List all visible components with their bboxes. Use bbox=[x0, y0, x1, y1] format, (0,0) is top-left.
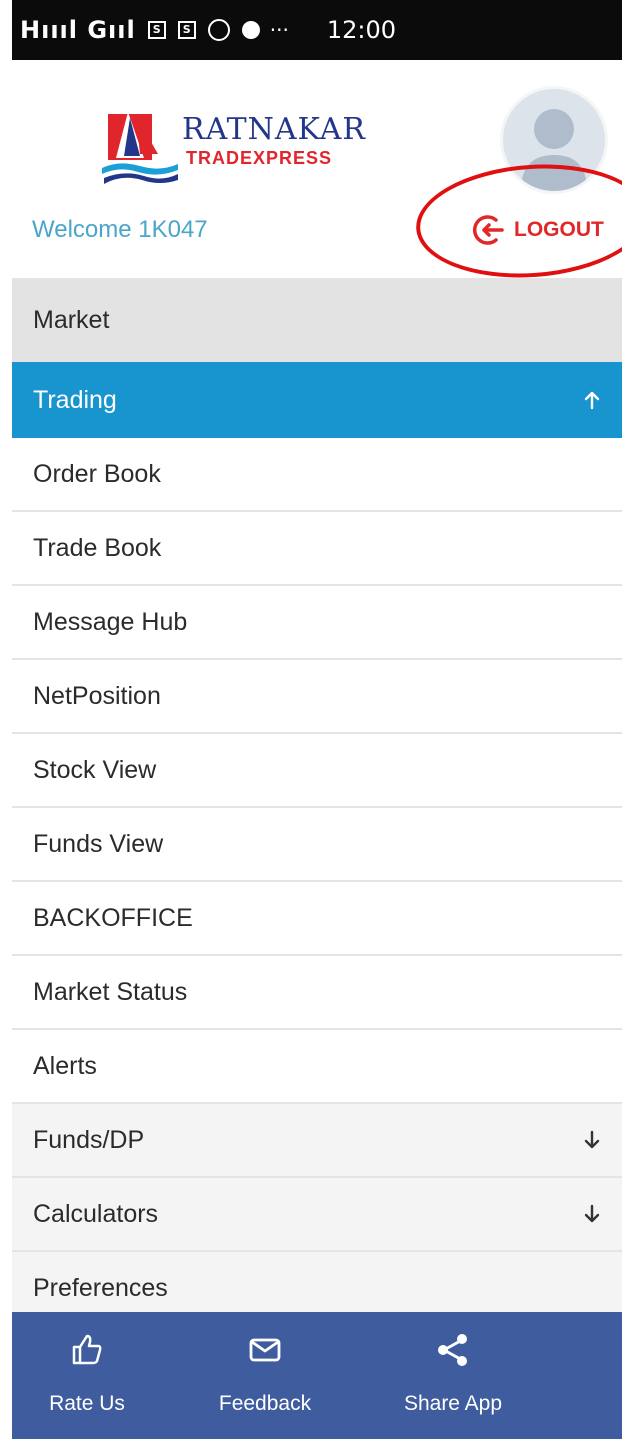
share-app-label: Share App bbox=[403, 1392, 503, 1415]
menu-item-message-hub[interactable]: Message Hub bbox=[12, 586, 622, 660]
navigation-menu: Market Trading Order Book Trade Book Message… bbox=[12, 278, 622, 1326]
menu-item-label: Alerts bbox=[33, 1051, 97, 1080]
highlight-annotation bbox=[412, 157, 622, 285]
share-app-button[interactable]: Share App bbox=[388, 1312, 518, 1439]
menu-item-trade-book[interactable]: Trade Book bbox=[12, 512, 622, 586]
menu-item-funds-dp[interactable]: Funds/DP bbox=[12, 1104, 622, 1178]
menu-item-trading[interactable]: Trading bbox=[12, 362, 622, 438]
menu-item-label: Market bbox=[33, 305, 110, 334]
menu-item-label: Preferences bbox=[33, 1273, 168, 1302]
signal-indicator: Hıııl Gııl bbox=[20, 16, 136, 44]
menu-item-netposition[interactable]: NetPosition bbox=[12, 660, 622, 734]
menu-item-label: Calculators bbox=[33, 1199, 159, 1228]
menu-item-label: Trading bbox=[33, 385, 117, 414]
chat-dot-icon bbox=[241, 21, 260, 39]
menu-item-stock-view[interactable]: Stock View bbox=[12, 734, 622, 808]
rate-us-button[interactable]: Rate Us bbox=[22, 1312, 152, 1439]
drawer-header: RATNAKAR TRADEXPRESS Welcome 1K047 LOGOU… bbox=[12, 60, 622, 285]
brand-name: RATNAKAR bbox=[182, 112, 366, 147]
thumbs-up-icon bbox=[72, 1334, 102, 1365]
status-bar: Hıııl Gııl S S ··· 12:00 bbox=[12, 0, 622, 60]
menu-item-label: NetPosition bbox=[33, 681, 161, 710]
more-notifications-icon: ··· bbox=[269, 18, 289, 42]
envelope-icon bbox=[249, 1338, 281, 1362]
menu-item-label: Funds View bbox=[33, 829, 164, 858]
menu-item-label: Stock View bbox=[33, 755, 157, 784]
menu-item-label: Trade Book bbox=[33, 533, 162, 562]
brand-tagline: TRADEXPRESS bbox=[186, 148, 333, 168]
menu-item-calculators[interactable]: Calculators bbox=[12, 1178, 622, 1252]
menu-item-label: BACKOFFICE bbox=[33, 903, 193, 932]
menu-item-market[interactable]: Market bbox=[12, 278, 622, 362]
sim-icon: S bbox=[147, 21, 166, 39]
menu-item-funds-view[interactable]: Funds View bbox=[12, 808, 622, 882]
bottom-action-bar: Rate Us Feedback Share App bbox=[12, 1312, 622, 1439]
rate-us-label: Rate Us bbox=[49, 1392, 125, 1415]
app-screen: Hıııl Gııl S S ··· 12:00 RATNAKAR TRADEX… bbox=[12, 0, 622, 1439]
menu-item-market-status[interactable]: Market Status bbox=[12, 956, 622, 1030]
sailboat-logo-icon bbox=[102, 112, 178, 184]
brand-logo: RATNAKAR TRADEXPRESS bbox=[100, 108, 370, 188]
welcome-text: Welcome 1K047 bbox=[32, 216, 208, 243]
menu-item-label: Market Status bbox=[33, 977, 188, 1006]
menu-item-label: Order Book bbox=[33, 459, 161, 488]
feedback-label: Feedback bbox=[218, 1392, 312, 1415]
menu-item-label: Funds/DP bbox=[33, 1125, 145, 1154]
menu-item-order-book[interactable]: Order Book bbox=[12, 438, 622, 512]
clock: 12:00 bbox=[326, 16, 396, 44]
whatsapp-icon bbox=[207, 19, 230, 41]
menu-item-backoffice[interactable]: BACKOFFICE bbox=[12, 882, 622, 956]
share-icon bbox=[438, 1334, 467, 1366]
menu-item-label: Message Hub bbox=[33, 607, 188, 636]
arrow-up-icon bbox=[584, 391, 600, 410]
arrow-down-icon bbox=[584, 1204, 600, 1223]
feedback-button[interactable]: Feedback bbox=[200, 1312, 330, 1439]
arrow-down-icon bbox=[584, 1130, 600, 1149]
sim-icon: S bbox=[177, 21, 196, 39]
menu-item-alerts[interactable]: Alerts bbox=[12, 1030, 622, 1104]
